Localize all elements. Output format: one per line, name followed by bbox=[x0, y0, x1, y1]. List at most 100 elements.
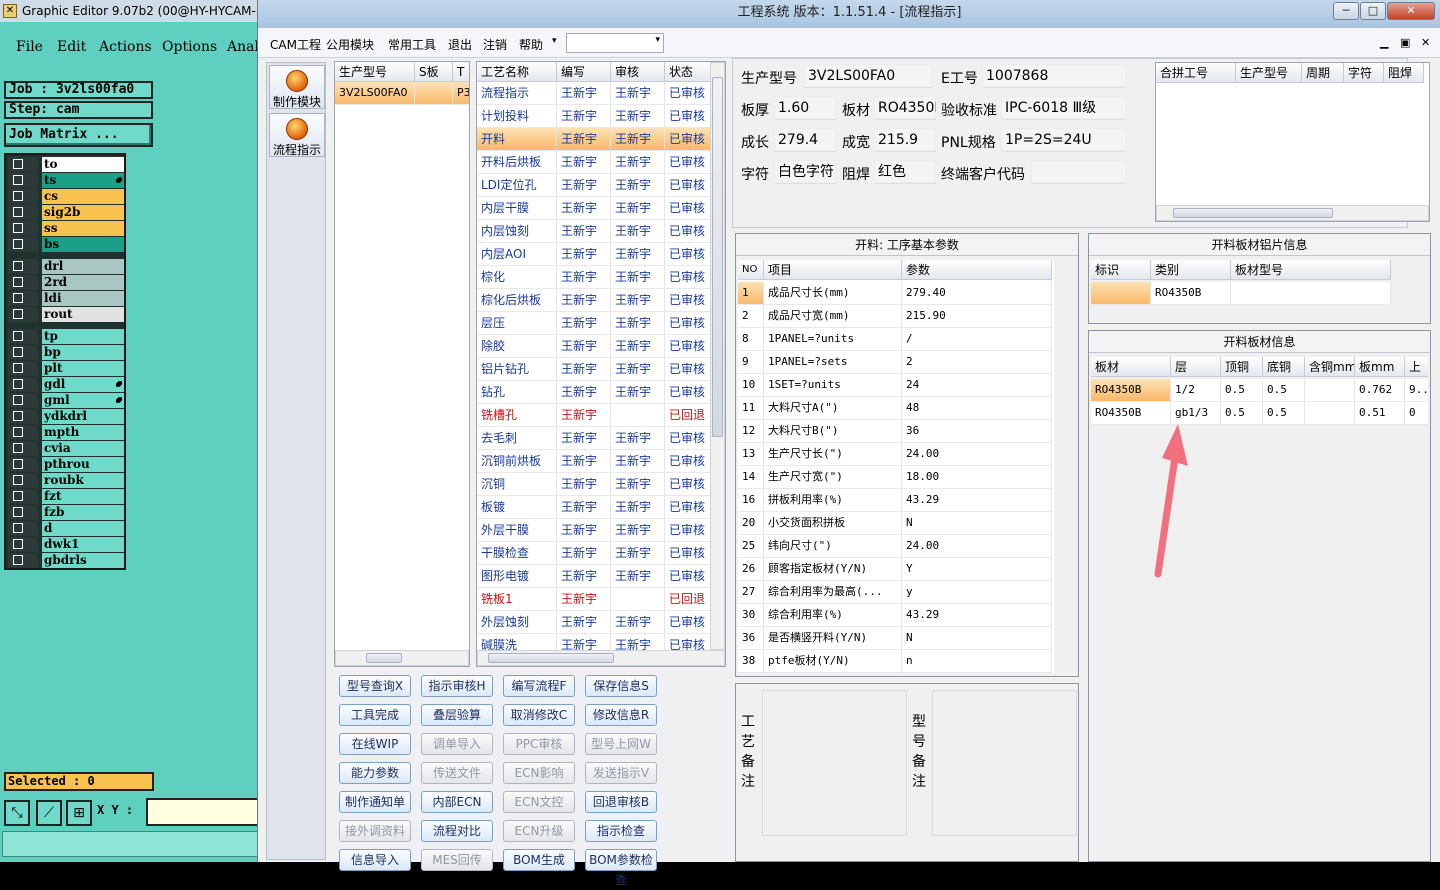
process-grid-cell[interactable]: 已审核 bbox=[665, 151, 711, 174]
menu-cam-project[interactable]: CAM工程 bbox=[270, 36, 321, 53]
nav-flow-instruction[interactable]: 流程指示 bbox=[269, 113, 325, 157]
layer-row[interactable]: plt bbox=[8, 361, 124, 376]
function-button[interactable]: 接外调资料 bbox=[339, 820, 411, 842]
param-grid-cell[interactable]: 纬向尺寸(") bbox=[764, 535, 902, 558]
process-grid-cell[interactable]: 王新宇 bbox=[611, 473, 665, 496]
info-field[interactable] bbox=[1031, 160, 1126, 184]
process-grid-cell[interactable]: 王新宇 bbox=[557, 289, 611, 312]
info-field[interactable]: RO4350B bbox=[874, 96, 936, 120]
param-grid-cell[interactable]: 215.90 bbox=[902, 305, 1052, 328]
layer-row[interactable]: gdl bbox=[8, 377, 124, 392]
process-grid-cell[interactable]: 已审核 bbox=[665, 450, 711, 473]
function-button[interactable]: ECN文控 bbox=[503, 791, 575, 813]
process-grid-cell[interactable]: 王新宇 bbox=[611, 611, 665, 634]
param-grid-cell[interactable]: 24 bbox=[902, 374, 1052, 397]
process-grid-cell[interactable]: 已审核 bbox=[665, 519, 711, 542]
function-button[interactable]: PPC审核 bbox=[503, 733, 575, 755]
layer-row[interactable]: cvia bbox=[8, 441, 124, 456]
model-grid-header[interactable]: 生产型号 bbox=[335, 62, 415, 82]
menu-dropdown-icon[interactable]: ▾ bbox=[552, 36, 557, 46]
process-grid-cell[interactable]: 王新宇 bbox=[611, 519, 665, 542]
process-grid-cell[interactable]: 王新宇 bbox=[557, 588, 611, 611]
process-grid-cell[interactable]: 王新宇 bbox=[557, 427, 611, 450]
process-grid-cell[interactable]: 已审核 bbox=[665, 358, 711, 381]
process-grid-cell[interactable]: 内层蚀刻 bbox=[477, 220, 557, 243]
layer-row[interactable]: pthrou bbox=[8, 457, 124, 472]
process-grid-cell[interactable]: 王新宇 bbox=[557, 220, 611, 243]
function-button[interactable]: 信息导入 bbox=[339, 849, 411, 871]
process-grid-cell[interactable]: 已审核 bbox=[665, 174, 711, 197]
mdi-close-icon[interactable]: ✕ bbox=[1421, 36, 1430, 49]
process-grid-cell[interactable]: 已审核 bbox=[665, 82, 711, 105]
param-grid-cell[interactable]: 1SET=?units bbox=[764, 374, 902, 397]
function-button[interactable]: BOM参数检查 bbox=[585, 849, 657, 887]
param-grid-cell[interactable]: 8 bbox=[738, 328, 764, 351]
param-grid-cell[interactable]: 大料尺寸A(") bbox=[764, 397, 902, 420]
process-grid-cell[interactable]: 内层干膜 bbox=[477, 197, 557, 220]
process-grid-cell[interactable]: 王新宇 bbox=[611, 358, 665, 381]
merge-grid-hscrollbar[interactable] bbox=[1156, 205, 1429, 221]
param-grid-cell[interactable]: 36 bbox=[738, 627, 764, 650]
process-grid-cell[interactable]: 王新宇 bbox=[557, 151, 611, 174]
process-grid-cell[interactable]: 已审核 bbox=[665, 197, 711, 220]
param-grid-cell[interactable]: 25 bbox=[738, 535, 764, 558]
scroll-thumb[interactable] bbox=[488, 653, 614, 663]
scroll-thumb[interactable] bbox=[366, 653, 402, 663]
process-grid-cell[interactable]: 铣板1 bbox=[477, 588, 557, 611]
layer-row[interactable]: cs bbox=[8, 189, 124, 204]
process-grid-cell[interactable]: 已审核 bbox=[665, 611, 711, 634]
job-matrix-button[interactable]: Job Matrix ... bbox=[4, 123, 153, 147]
info-field[interactable]: 1.60 bbox=[774, 96, 836, 120]
process-grid-cell[interactable] bbox=[611, 588, 665, 611]
xy-input[interactable] bbox=[146, 798, 262, 826]
layer-row[interactable]: gbdrls bbox=[8, 553, 124, 568]
menu-edit[interactable]: Edit bbox=[57, 39, 86, 55]
param-grid-cell[interactable]: n bbox=[902, 650, 1052, 673]
menu-actions[interactable]: Actions bbox=[99, 39, 152, 55]
process-grid-cell[interactable]: 王新宇 bbox=[557, 82, 611, 105]
process-grid-cell[interactable]: LDI定位孔 bbox=[477, 174, 557, 197]
measure-icon[interactable]: ⟋ bbox=[36, 800, 62, 826]
function-button[interactable]: MES回传 bbox=[421, 849, 493, 871]
process-grid-cell[interactable]: 王新宇 bbox=[557, 473, 611, 496]
param-grid-cell[interactable]: 16 bbox=[738, 489, 764, 512]
process-grid-cell[interactable]: 王新宇 bbox=[611, 220, 665, 243]
process-grid-cell[interactable]: 王新宇 bbox=[611, 105, 665, 128]
param-grid-cell[interactable]: y bbox=[902, 581, 1052, 604]
process-grid-cell[interactable]: 王新宇 bbox=[611, 82, 665, 105]
param-grid-cell[interactable]: N bbox=[902, 627, 1052, 650]
board-grid-cell[interactable]: 0 bbox=[1405, 402, 1428, 425]
process-grid-cell[interactable]: 王新宇 bbox=[557, 404, 611, 427]
param-grid-cell[interactable]: 279.40 bbox=[902, 282, 1052, 305]
board-grid-cell[interactable] bbox=[1305, 402, 1355, 425]
board-grid-cell[interactable]: 1/2 bbox=[1171, 379, 1221, 402]
function-button[interactable]: 调单导入 bbox=[421, 733, 493, 755]
process-grid-cell[interactable]: 王新宇 bbox=[611, 197, 665, 220]
param-grid-cell[interactable]: 14 bbox=[738, 466, 764, 489]
process-grid-cell[interactable]: 已审核 bbox=[665, 289, 711, 312]
model-grid-header[interactable]: S板 bbox=[415, 62, 453, 82]
al-grid-cell[interactable]: RO4350B bbox=[1151, 282, 1231, 305]
layer-checkbox[interactable] bbox=[8, 409, 38, 424]
mdi-minimize-icon[interactable]: ▁ bbox=[1380, 36, 1388, 49]
zoom-icon[interactable]: ⤡ bbox=[4, 800, 30, 826]
board-grid-header[interactable]: 上 bbox=[1405, 357, 1428, 377]
menu-logout[interactable]: 注销 bbox=[483, 36, 507, 53]
function-button[interactable]: ECN影响 bbox=[503, 762, 575, 784]
process-grid-cell[interactable]: 开料后烘板 bbox=[477, 151, 557, 174]
process-grid-cell[interactable]: 王新宇 bbox=[557, 128, 611, 151]
process-grid-cell[interactable]: 王新宇 bbox=[611, 496, 665, 519]
info-field[interactable]: 1007868 bbox=[982, 64, 1126, 88]
function-button[interactable]: 修改信息R bbox=[585, 704, 657, 726]
model-grid-cell[interactable] bbox=[415, 82, 453, 105]
param-grid-cell[interactable]: 大料尺寸B(") bbox=[764, 420, 902, 443]
layer-row[interactable]: bs bbox=[8, 237, 124, 252]
param-grid-cell[interactable]: 43.29 bbox=[902, 604, 1052, 627]
function-button[interactable]: 工具完成 bbox=[339, 704, 411, 726]
layer-checkbox[interactable] bbox=[8, 237, 38, 252]
process-grid-hscrollbar[interactable] bbox=[477, 650, 725, 666]
menu-help[interactable]: 帮助 bbox=[519, 36, 543, 53]
layer-checkbox[interactable] bbox=[8, 457, 38, 472]
param-grid-cell[interactable]: 30 bbox=[738, 604, 764, 627]
function-button[interactable]: 传送文件 bbox=[421, 762, 493, 784]
